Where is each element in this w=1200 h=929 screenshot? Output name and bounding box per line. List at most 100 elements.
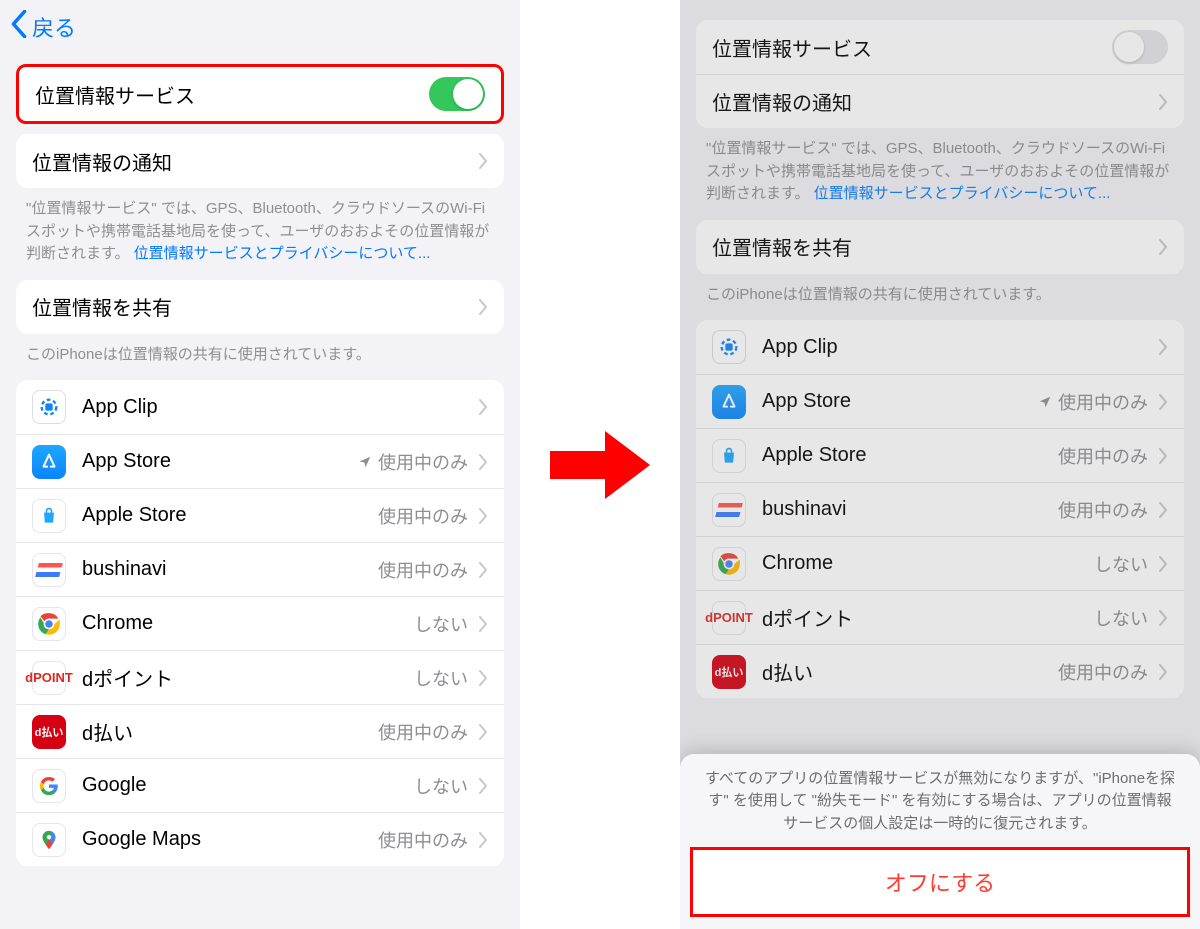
app-row-bushinavi[interactable]: bushinavi使用中のみ <box>16 542 504 596</box>
app-name: App Store <box>762 390 1038 413</box>
app-row-dpoint[interactable]: dPOINT dポイントしない <box>696 590 1184 644</box>
app-row-appstore[interactable]: App Store使用中のみ <box>16 434 504 488</box>
settings-pane-after: 位置情報サービス 位置情報の通知 "位置情報サービス" では、GPS、Bluet… <box>680 0 1200 929</box>
app-row-gmaps[interactable]: Google Maps使用中のみ <box>16 812 504 866</box>
location-service-switch[interactable] <box>1112 30 1168 64</box>
google-icon <box>32 769 66 803</box>
app-status: 使用中のみ <box>1058 497 1148 523</box>
app-row-google[interactable]: Googleしない <box>16 758 504 812</box>
location-service-label: 位置情報サービス <box>35 80 429 109</box>
chevron-right-icon <box>1158 394 1168 410</box>
app-row-applestore[interactable]: Apple Store使用中のみ <box>696 428 1184 482</box>
app-status: 使用中のみ <box>378 503 468 529</box>
app-row-appclip[interactable]: App Clip <box>16 380 504 434</box>
app-status: しない <box>414 665 468 691</box>
app-row-dbarai[interactable]: d払いd払い使用中のみ <box>696 644 1184 698</box>
chevron-right-icon <box>478 399 488 415</box>
appstore-icon <box>32 445 66 479</box>
app-status: 使用中のみ <box>378 557 468 583</box>
share-location-group: 位置情報を共有 <box>16 280 504 334</box>
chevron-right-icon <box>478 299 488 315</box>
app-name: bushinavi <box>82 558 378 581</box>
app-row-bushinavi[interactable]: bushinavi使用中のみ <box>696 482 1184 536</box>
location-alerts-row[interactable]: 位置情報の通知 <box>696 74 1184 128</box>
app-name: App Clip <box>762 336 1158 359</box>
app-name: Google Maps <box>82 828 378 851</box>
privacy-link[interactable]: 位置情報サービスとプライバシーについて... <box>814 185 1111 202</box>
location-service-row[interactable]: 位置情報サービス <box>696 20 1184 74</box>
chevron-right-icon <box>1158 448 1168 464</box>
applestore-icon <box>32 499 66 533</box>
chevron-right-icon <box>478 616 488 632</box>
chevron-right-icon <box>478 724 488 740</box>
location-service-group: 位置情報サービス 位置情報の通知 <box>696 20 1184 128</box>
app-name: dポイント <box>82 663 414 692</box>
chevron-right-icon <box>478 832 488 848</box>
chevron-right-icon <box>1158 94 1168 110</box>
chevron-right-icon <box>1158 502 1168 518</box>
share-location-label: 位置情報を共有 <box>32 292 478 321</box>
appclip-icon <box>32 390 66 424</box>
privacy-link[interactable]: 位置情報サービスとプライバシーについて... <box>134 245 431 262</box>
app-name: bushinavi <box>762 498 1058 521</box>
location-service-row-highlight: 位置情報サービス <box>16 64 504 124</box>
turn-off-button[interactable]: オフにする <box>690 847 1190 917</box>
app-row-dpoint[interactable]: dPOINT dポイントしない <box>16 650 504 704</box>
app-status: 使用中のみ <box>1038 389 1148 415</box>
app-name: Chrome <box>82 612 414 635</box>
app-name: App Store <box>82 450 358 473</box>
location-service-row[interactable]: 位置情報サービス <box>19 67 501 121</box>
app-name: Google <box>82 774 414 797</box>
dpoint-icon: dPOINT <box>32 661 66 695</box>
app-name: Chrome <box>762 552 1094 575</box>
location-service-switch[interactable] <box>429 77 485 111</box>
chrome-icon <box>712 547 746 581</box>
action-sheet-message: すべてのアプリの位置情報サービスが無効になりますが、"iPhoneを探す" を使… <box>690 768 1190 848</box>
app-name: d払い <box>82 717 378 746</box>
location-service-label: 位置情報サービス <box>712 33 1112 62</box>
chevron-right-icon <box>478 778 488 794</box>
googlemaps-icon <box>32 823 66 857</box>
location-service-explain: "位置情報サービス" では、GPS、Bluetooth、クラウドソースのWi-F… <box>0 188 520 270</box>
app-row-chrome[interactable]: Chromeしない <box>696 536 1184 590</box>
app-name: App Clip <box>82 396 478 419</box>
app-row-chrome[interactable]: Chromeしない <box>16 596 504 650</box>
location-alerts-label: 位置情報の通知 <box>712 87 1158 116</box>
chevron-right-icon <box>1158 556 1168 572</box>
chevron-right-icon <box>478 670 488 686</box>
app-row-dbarai[interactable]: d払いd払い使用中のみ <box>16 704 504 758</box>
app-name: dポイント <box>762 603 1094 632</box>
bushinavi-icon <box>712 493 746 527</box>
app-status: 使用中のみ <box>1058 659 1148 685</box>
app-status: しない <box>414 773 468 799</box>
app-row-appstore[interactable]: App Store使用中のみ <box>696 374 1184 428</box>
share-location-group: 位置情報を共有 <box>696 220 1184 274</box>
app-status: しない <box>414 611 468 637</box>
app-row-appclip[interactable]: App Clip <box>696 320 1184 374</box>
back-label: 戻る <box>32 11 76 43</box>
share-location-row[interactable]: 位置情報を共有 <box>696 220 1184 274</box>
arrow-right-icon <box>550 425 650 505</box>
settings-pane-before: 戻る 位置情報サービス 位置情報の通知 "位置情報サービス" では、GPS、Bl… <box>0 0 520 929</box>
share-location-footer: このiPhoneは位置情報の共有に使用されています。 <box>0 334 520 371</box>
chevron-right-icon <box>478 153 488 169</box>
appclip-icon <box>712 330 746 364</box>
app-status: 使用中のみ <box>378 827 468 853</box>
app-name: Apple Store <box>82 504 378 527</box>
dbarai-icon: d払い <box>32 715 66 749</box>
location-indicator-icon <box>358 455 372 469</box>
location-service-explain: "位置情報サービス" では、GPS、Bluetooth、クラウドソースのWi-F… <box>680 128 1200 210</box>
back-button[interactable]: 戻る <box>0 0 520 54</box>
app-row-applestore[interactable]: Apple Store使用中のみ <box>16 488 504 542</box>
dpoint-icon: dPOINT <box>712 601 746 635</box>
location-alerts-row[interactable]: 位置情報の通知 <box>16 134 504 188</box>
app-status: しない <box>1094 605 1148 631</box>
share-location-label: 位置情報を共有 <box>712 232 1158 261</box>
share-location-row[interactable]: 位置情報を共有 <box>16 280 504 334</box>
chevron-right-icon <box>478 562 488 578</box>
app-status: しない <box>1094 551 1148 577</box>
app-status: 使用中のみ <box>1058 443 1148 469</box>
app-status: 使用中のみ <box>378 719 468 745</box>
arrow-divider <box>520 0 680 929</box>
chevron-right-icon <box>1158 610 1168 626</box>
